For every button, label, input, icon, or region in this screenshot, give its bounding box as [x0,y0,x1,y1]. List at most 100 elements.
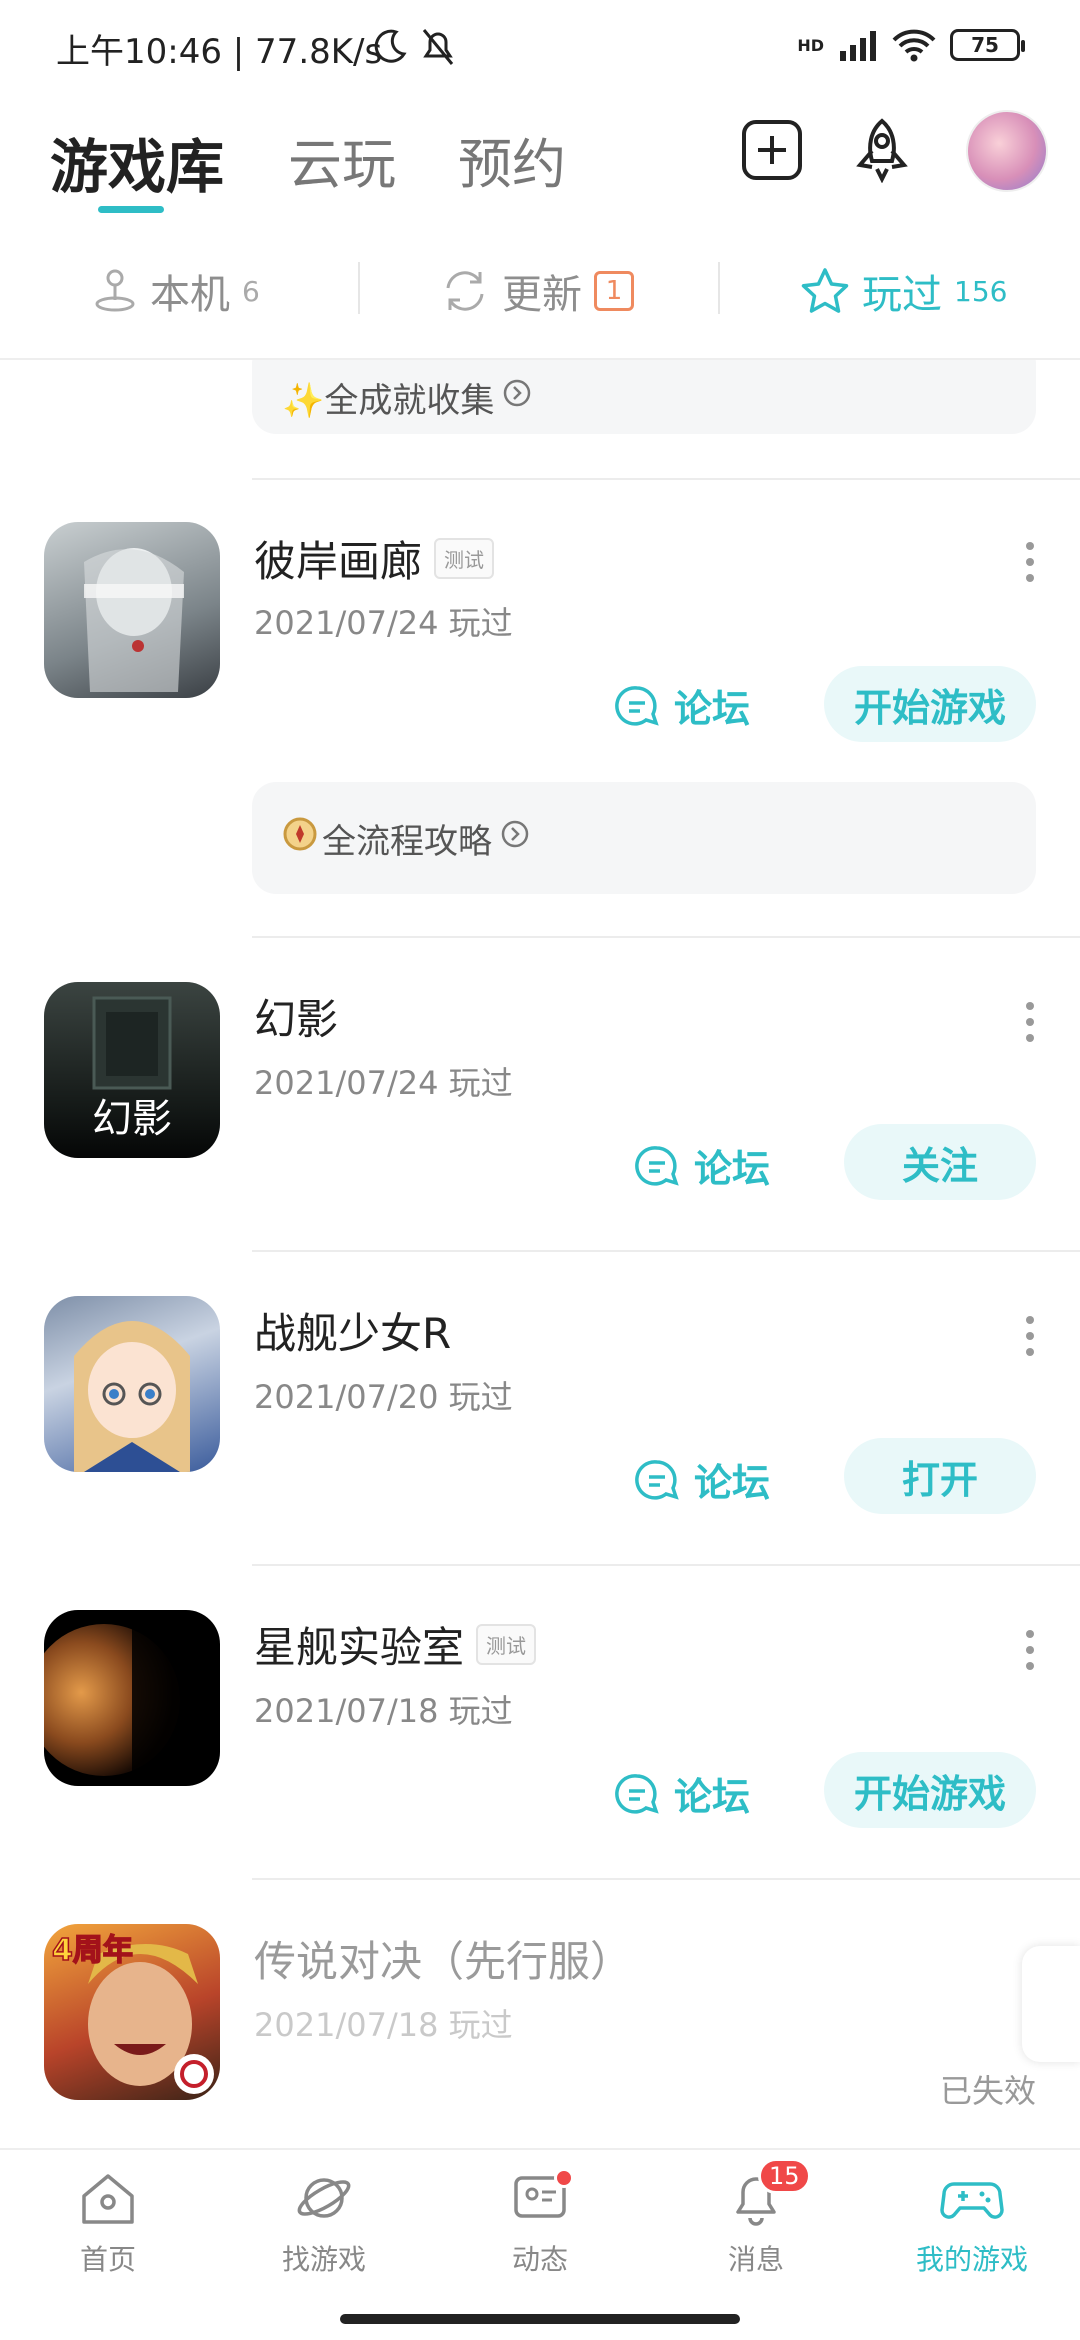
separator [252,936,1080,938]
subtab-update[interactable]: 更新 1 [440,262,634,320]
game-icon-bian-gallery[interactable] [44,522,220,698]
more-options-icon[interactable] [1024,542,1036,582]
refresh-icon [446,271,484,311]
nav-messages-label: 消息 [727,2243,784,2276]
forum-label: 论坛 [694,1147,771,1191]
add-square-icon[interactable] [740,118,804,182]
game-title: 传说对决（先行服） [254,1937,633,1986]
guide-card[interactable]: 全流程攻略 [252,782,1036,894]
achievement-card-label: ✨全成就收集 [282,380,495,421]
subtab-local-count: 6 [242,274,260,308]
sub-tabs: 本机 6 更新 1 玩过 156 [0,226,1080,360]
separator [252,1564,1080,1566]
nav-feed-label: 动态 [511,2243,568,2276]
test-tag: 测试 [434,538,495,579]
forum-label: 论坛 [674,687,751,731]
forum-button[interactable]: 论坛 [634,1452,770,1507]
played-date: 2021/07/20 玩过 [254,1378,513,1416]
forum-label: 论坛 [694,1461,771,1505]
achievement-card[interactable]: ✨全成就收集 [252,360,1036,434]
forum-icon [635,1459,679,1500]
follow-button[interactable]: 关注 [844,1124,1036,1200]
separator [252,1878,1080,1880]
tab-game-library[interactable]: 游戏库 [50,120,224,204]
compass-icon [282,816,318,861]
game-title: 战舰少女R [254,1309,452,1358]
active-tab-indicator [98,206,164,213]
rocket-icon[interactable] [850,118,914,183]
game-name[interactable]: 战舰少女R [254,1300,451,1361]
mute-bell-icon [418,24,458,72]
game-icon-warship-girls[interactable] [44,1296,220,1472]
tab-reservation[interactable]: 预约 [458,120,566,199]
planet-icon [297,2178,351,2218]
game-title: 彼岸画廊 [254,537,423,586]
home-icon [82,2174,134,2224]
forum-button[interactable]: 论坛 [614,1766,750,1821]
update-count-badge: 1 [594,271,634,311]
chevron-right-icon [500,818,530,858]
more-options-icon[interactable] [1024,1002,1036,1042]
subtab-update-label: 更新 [502,272,582,318]
game-icon-phantom[interactable]: 幻影 [44,982,220,1158]
game-icon-starship-lab[interactable] [44,1610,220,1786]
game-name[interactable]: 星舰实验室 测试 [254,1614,537,1675]
nav-home-label: 首页 [79,2243,136,2276]
nav-find-games[interactable]: 找游戏 [254,2170,394,2278]
nav-feed[interactable]: 动态 [470,2168,610,2278]
game-title: 幻影 [254,995,339,1044]
more-options-icon[interactable] [1024,1316,1036,1356]
tab-cloud-play[interactable]: 云玩 [288,120,396,199]
forum-icon [615,1773,659,1814]
joystick-icon [95,269,135,312]
status-time-speed: 上午10:46 | 77.8K/s [56,32,383,72]
nav-home[interactable]: 首页 [38,2170,178,2278]
played-date: 2021/07/18 玩过 [254,1692,513,1730]
game-name[interactable]: 彼岸画廊 测试 [254,528,495,589]
subtab-local-label: 本机 [150,272,230,318]
icon-text: 幻影 [92,1096,172,1142]
divider [358,262,360,314]
subtab-played-count: 156 [954,274,1008,308]
subtab-local[interactable]: 本机 6 [92,262,260,320]
subtab-played[interactable]: 玩过 156 [800,262,1007,320]
start-game-button[interactable]: 开始游戏 [824,1752,1036,1828]
game-list[interactable]: ✨全成就收集 彼岸画廊 测试 2021/07/24 玩过 论坛 开始游戏 全流程… [0,360,1080,2148]
played-date: 2021/07/18 玩过 [254,2006,513,2044]
game-name[interactable]: 幻影 [254,986,338,1047]
separator [252,478,1080,480]
wifi-icon [892,29,936,62]
forum-icon [635,1145,679,1186]
signal-icon [840,31,876,61]
bottom-nav: 首页 找游戏 动态 15 消息 我的游戏 [0,2148,1080,2340]
forum-button[interactable]: 论坛 [614,678,750,733]
chevron-right-icon [502,377,532,417]
nav-my-games[interactable]: 我的游戏 [902,2170,1042,2278]
status-bar: 上午10:46 | 77.8K/s HD 75 [0,0,1080,96]
nav-my-games-label: 我的游戏 [915,2243,1028,2276]
open-button[interactable]: 打开 [844,1438,1036,1514]
hd-label: HD [797,35,824,55]
forum-button[interactable]: 论坛 [634,1138,770,1193]
more-options-icon[interactable] [1024,1630,1036,1670]
game-name[interactable]: 传说对决（先行服） [254,1928,632,1989]
start-game-button[interactable]: 开始游戏 [824,666,1036,742]
star-icon [801,268,849,313]
played-date: 2021/07/24 玩过 [254,1064,513,1102]
played-date: 2021/07/24 玩过 [254,604,513,642]
floating-download-tab[interactable] [1022,1946,1080,2062]
moon-icon [370,26,410,70]
status-right: HD 75 [797,28,1025,62]
divider [718,262,720,314]
avatar[interactable] [966,110,1048,192]
nav-messages[interactable]: 15 消息 [686,2158,826,2278]
icon-text: 4周年 [52,1933,133,1968]
messages-count-badge: 15 [758,2158,811,2194]
separator [252,1250,1080,1252]
home-indicator[interactable] [340,2314,740,2324]
expired-status: 已失效 [939,2072,1036,2110]
gamepad-icon [940,2182,1004,2219]
forum-icon [615,685,659,726]
game-icon-arena-of-valor[interactable]: 4周年 [44,1924,220,2100]
game-title: 星舰实验室 [254,1623,465,1672]
